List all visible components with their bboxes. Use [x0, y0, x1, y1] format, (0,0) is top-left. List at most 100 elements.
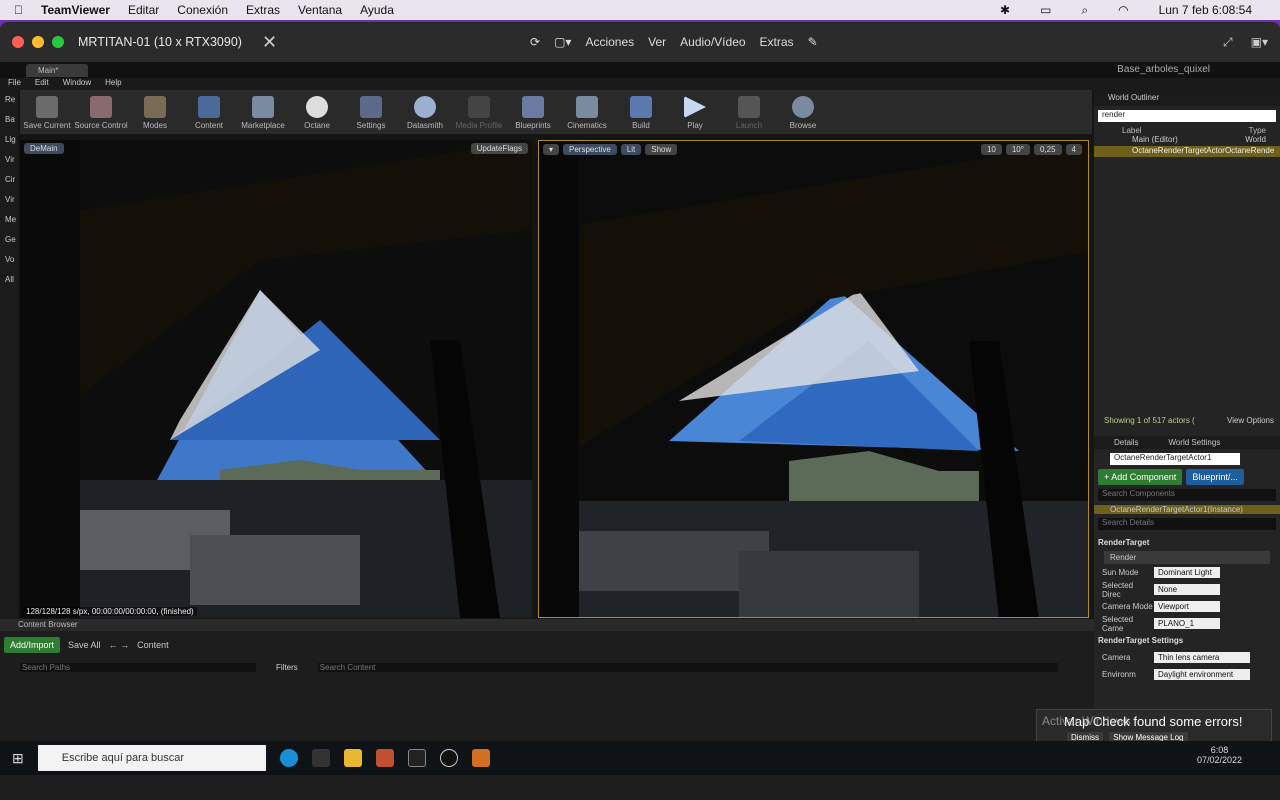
menu-help[interactable]: Help: [105, 78, 121, 90]
browse-button[interactable]: Browse: [776, 96, 830, 130]
fullscreen-icon[interactable]: ⤢: [1223, 35, 1233, 50]
save-all-button[interactable]: Save All: [68, 640, 101, 650]
add-component-button[interactable]: + Add Component: [1098, 469, 1183, 485]
search-icon[interactable]: ⌕: [1081, 3, 1088, 18]
content-browser-tab[interactable]: Content Browser: [0, 619, 1094, 631]
content-button[interactable]: Content: [182, 96, 236, 130]
settings-button[interactable]: Settings: [344, 96, 398, 130]
menu-file[interactable]: File: [8, 78, 21, 90]
menu-ayuda[interactable]: Ayuda: [360, 3, 394, 17]
refresh-icon[interactable]: ⟳: [530, 35, 540, 49]
show-button[interactable]: Show: [645, 143, 678, 155]
sun-mode-select[interactable]: Dominant Light: [1154, 567, 1220, 578]
source-control-button[interactable]: Source Control: [74, 96, 128, 130]
taskbar-clock[interactable]: 6:08 07/02/2022: [1197, 745, 1242, 765]
camera-speed-value[interactable]: 4: [1065, 143, 1082, 155]
view-options-button[interactable]: View Options: [1227, 416, 1274, 425]
teamviewer-icon[interactable]: [471, 749, 490, 767]
modes-button[interactable]: Modes: [128, 96, 182, 130]
tab-world-settings[interactable]: World Settings: [1168, 438, 1220, 447]
viewport1-camera-button[interactable]: DeMain: [24, 142, 64, 154]
label-column[interactable]: Label: [1122, 126, 1142, 135]
minimize-window-button[interactable]: [32, 36, 44, 48]
mode-tab-visual[interactable]: Vir: [0, 150, 18, 170]
octane-button[interactable]: Octane: [290, 96, 344, 130]
extras-menu[interactable]: Extras: [760, 35, 794, 49]
blueprints-button[interactable]: Blueprints: [506, 96, 560, 130]
mac-clock[interactable]: Lun 7 feb 6:08:54: [1159, 3, 1252, 17]
mode-tab-media[interactable]: Me: [0, 210, 18, 230]
save-current-button[interactable]: Save Current: [20, 96, 74, 130]
actions-menu[interactable]: Acciones: [585, 35, 634, 49]
rotation-snap-value[interactable]: 10°: [1005, 143, 1030, 155]
mode-tab-geometry[interactable]: Ge: [0, 230, 18, 250]
mode-tab-volumes[interactable]: Vo: [0, 250, 18, 270]
filters-button[interactable]: Filters: [276, 663, 298, 672]
camera-mode-select[interactable]: Viewport: [1154, 601, 1220, 612]
windows-start-icon[interactable]: ⊞: [12, 750, 24, 767]
cinematics-button[interactable]: Cinematics: [560, 96, 614, 130]
level-tab[interactable]: Main*: [26, 63, 89, 77]
search-content-input[interactable]: Search Content: [317, 663, 1058, 672]
launch-button[interactable]: Launch: [722, 96, 776, 130]
outliner-title[interactable]: World Outliner: [1094, 90, 1280, 106]
maximize-window-button[interactable]: [52, 36, 64, 48]
wifi-icon[interactable]: ◠: [1118, 3, 1128, 17]
render-button[interactable]: Render: [1104, 551, 1270, 564]
search-components-input[interactable]: Search Components: [1098, 489, 1276, 501]
content-path[interactable]: Content: [137, 640, 169, 650]
view-menu[interactable]: Ver: [648, 35, 666, 49]
build-button[interactable]: Build: [614, 96, 668, 130]
search-paths-input[interactable]: Search Paths: [20, 663, 256, 672]
type-column[interactable]: Type: [1249, 126, 1266, 135]
epic-icon[interactable]: [311, 749, 330, 767]
menu-conexion[interactable]: Conexión: [177, 3, 228, 17]
app-menu[interactable]: TeamViewer: [41, 3, 110, 17]
mode-tab-volumes-a[interactable]: Vir: [0, 190, 18, 210]
close-session-icon[interactable]: ✕: [262, 32, 277, 53]
play-button[interactable]: Play: [668, 96, 722, 130]
layout-icon[interactable]: ▣▾: [1251, 35, 1268, 49]
menu-window[interactable]: Window: [63, 78, 91, 90]
octane-viewport[interactable]: DeMain UpdateFlags 128/128/128 s/px, 00:…: [20, 140, 532, 618]
add-import-button[interactable]: Add/Import: [4, 637, 61, 653]
actor-name-field[interactable]: OctaneRenderTargetActor1: [1110, 453, 1240, 465]
editor-viewport[interactable]: ▾ Perspective Lit Show 10 10° 0,25 4: [538, 140, 1089, 618]
monitor-icon[interactable]: ▢▾: [554, 35, 571, 49]
marketplace-button[interactable]: Marketplace: [236, 96, 290, 130]
close-window-button[interactable]: [12, 36, 24, 48]
back-forward-arrows[interactable]: ← →: [109, 640, 130, 650]
search-details-input[interactable]: Search Details: [1098, 518, 1276, 530]
media-profile-button[interactable]: Media Profile: [452, 96, 506, 130]
menu-extras[interactable]: Extras: [246, 3, 280, 17]
mode-tab-recent[interactable]: Re: [0, 90, 18, 110]
update-flags-button[interactable]: UpdateFlags: [470, 142, 528, 154]
datasmith-button[interactable]: Datasmith: [398, 96, 452, 130]
camera-select[interactable]: Thin lens camera: [1154, 652, 1250, 663]
menu-ventana[interactable]: Ventana: [298, 3, 342, 17]
mode-tab-lights[interactable]: Lig: [0, 130, 18, 150]
bluetooth-icon[interactable]: ✱: [1000, 3, 1010, 17]
app-icon[interactable]: [407, 749, 426, 767]
section-render-target-settings[interactable]: RenderTarget Settings: [1094, 632, 1280, 649]
unreal-icon[interactable]: [439, 749, 458, 767]
menu-editar[interactable]: Editar: [128, 3, 159, 17]
taskbar-search-input[interactable]: Escribe aquí para buscar: [37, 745, 266, 771]
lit-button[interactable]: Lit: [620, 143, 642, 155]
menu-edit[interactable]: Edit: [35, 78, 49, 90]
edge-icon[interactable]: [279, 749, 298, 767]
photoshop-icon[interactable]: [375, 749, 394, 767]
scale-snap-value[interactable]: 0,25: [1033, 143, 1062, 155]
perspective-button[interactable]: Perspective: [563, 143, 617, 155]
list-item[interactable]: Main (Editor) World: [1094, 135, 1280, 146]
tab-details[interactable]: Details: [1114, 438, 1138, 447]
edit-icon[interactable]: ✎: [808, 35, 818, 49]
section-render-target[interactable]: RenderTarget: [1094, 534, 1280, 551]
apple-icon[interactable]: : [14, 3, 23, 17]
folder-icon[interactable]: [343, 749, 362, 767]
mode-tab-basic[interactable]: Ba: [0, 110, 18, 130]
grid-snap-value[interactable]: 10: [980, 143, 1002, 155]
mode-tab-all[interactable]: All: [0, 270, 18, 290]
blueprint-button[interactable]: Blueprint/...: [1186, 469, 1244, 485]
selected-camera-select[interactable]: PLANO_1: [1154, 618, 1220, 629]
